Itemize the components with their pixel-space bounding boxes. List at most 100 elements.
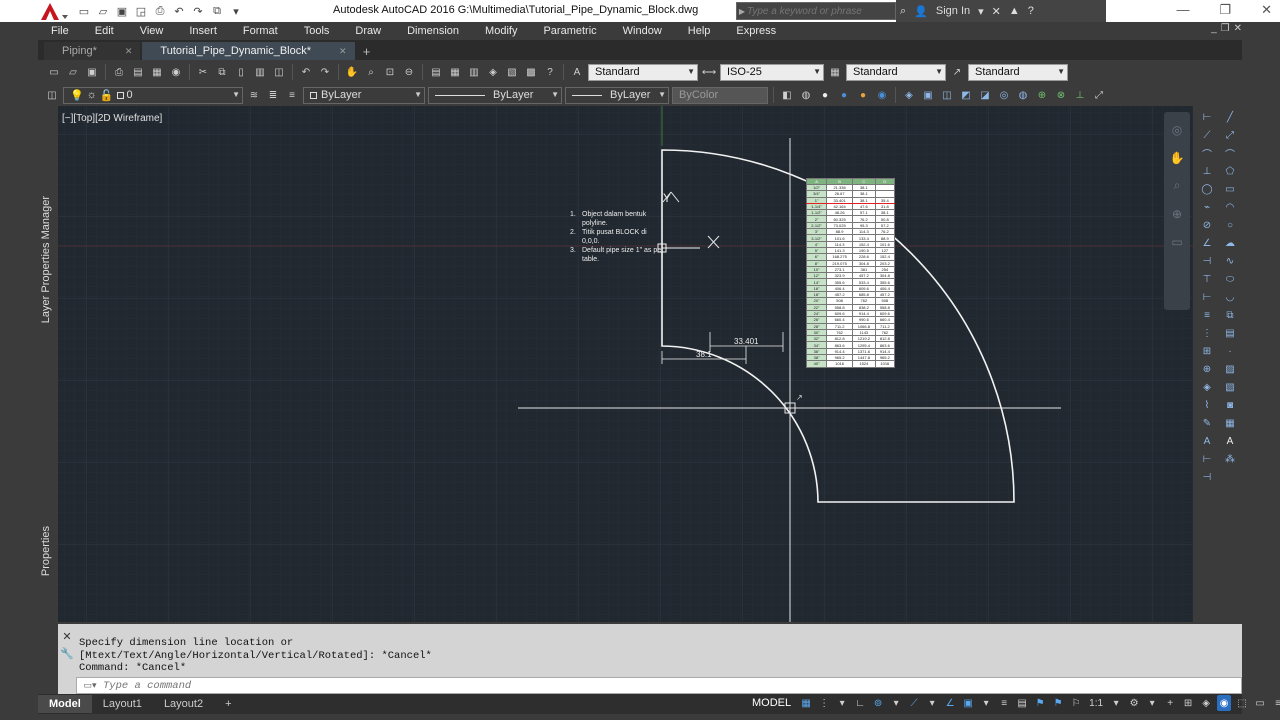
copy-icon[interactable]: ⧉: [214, 64, 230, 80]
save-icon[interactable]: ▣: [114, 3, 130, 19]
minimize-icon[interactable]: —: [1176, 2, 1189, 18]
ortho-icon[interactable]: ∟: [853, 695, 867, 711]
menu-express[interactable]: Express: [723, 25, 789, 37]
redo-icon[interactable]: ↷: [317, 64, 333, 80]
drawing-minimize-icon[interactable]: _: [1211, 23, 1217, 34]
menu-file[interactable]: File: [38, 25, 82, 37]
object-snap-icon[interactable]: ▣: [961, 695, 975, 711]
quick-dim-icon[interactable]: ⊣: [1199, 254, 1215, 269]
aligned-dimension-icon[interactable]: ⟋: [1199, 128, 1215, 143]
calculator-icon[interactable]: ▩: [523, 64, 539, 80]
menu-tools[interactable]: Tools: [291, 25, 343, 37]
customization-icon[interactable]: ≡: [1271, 695, 1280, 711]
annotation-scale-icon[interactable]: ⚐: [1069, 695, 1083, 711]
table-row[interactable]: 40" 1016 1524 1016: [805, 360, 896, 368]
command-prompt-icon[interactable]: ▭▾: [77, 680, 103, 691]
tool-palettes-icon[interactable]: ▥: [466, 64, 482, 80]
viewport-controls[interactable]: [−][Top][2D Wireframe]: [62, 113, 162, 124]
properties-icon[interactable]: ▤: [428, 64, 444, 80]
ucs-world-icon[interactable]: ⤢: [1091, 87, 1107, 103]
new-tab-button[interactable]: +: [357, 42, 377, 60]
isolate-objects-icon[interactable]: ⬚: [1235, 695, 1249, 711]
quick-properties-icon[interactable]: ◈: [1199, 695, 1213, 711]
color-select[interactable]: ByLayer ▼: [303, 86, 425, 104]
dim-style-icon[interactable]: ⟷: [701, 64, 717, 80]
tolerance-icon[interactable]: ⊞: [1199, 344, 1215, 359]
pan-icon[interactable]: ✋: [344, 64, 360, 80]
new-file-icon[interactable]: ▭: [76, 3, 92, 19]
add-selected-icon[interactable]: ⁂: [1222, 452, 1238, 467]
table-style-select[interactable]: Standard ▼: [846, 63, 946, 81]
menu-modify[interactable]: Modify: [472, 25, 530, 37]
sign-in-dropdown-icon[interactable]: ▾: [978, 5, 984, 18]
menu-edit[interactable]: Edit: [82, 25, 127, 37]
angular-icon[interactable]: ∠: [1199, 236, 1215, 251]
customize-dropdown-icon[interactable]: ▾: [228, 3, 244, 19]
layer-properties-manager-tab[interactable]: Layer Properties Manager: [40, 196, 52, 323]
search-expand-icon[interactable]: ▶: [737, 7, 747, 16]
tab-layout2[interactable]: Layout2: [153, 695, 214, 713]
zoom-realtime-icon[interactable]: ⌕: [363, 64, 379, 80]
orbit-icon[interactable]: ⊕: [1169, 206, 1185, 221]
orbit-icon[interactable]: ◍: [1015, 87, 1031, 103]
open-file-icon[interactable]: ▱: [95, 3, 111, 19]
user-icon[interactable]: 👤: [914, 5, 928, 18]
pipe-size-table[interactable]: A B C D 1/2" 21.336 38.1 3/4" 26.67 38.1 1" 33.401 3…: [805, 178, 896, 368]
snap-dropdown-icon[interactable]: ▾: [835, 695, 849, 711]
qnew-icon[interactable]: ▭: [46, 64, 62, 80]
camera-icon[interactable]: ◩: [958, 87, 974, 103]
ellipse-arc-icon[interactable]: ◡: [1222, 290, 1238, 305]
help-icon[interactable]: ?: [542, 64, 558, 80]
polar-icon[interactable]: ⊚: [871, 695, 885, 711]
mleader-style-icon[interactable]: ↗: [949, 64, 965, 80]
workspace-gear-icon[interactable]: ⚙: [1127, 695, 1141, 711]
sphere-icon[interactable]: ●: [817, 87, 833, 103]
point-icon[interactable]: ·: [1222, 344, 1238, 359]
realistic-icon[interactable]: ◍: [798, 87, 814, 103]
isodraft-dropdown-icon[interactable]: ▾: [925, 695, 939, 711]
layer-state-icon[interactable]: ≡: [284, 87, 300, 103]
material-icon[interactable]: ●: [836, 87, 852, 103]
ucs-icon[interactable]: ⊥: [1072, 87, 1088, 103]
construction-line-icon[interactable]: ⤢: [1222, 128, 1238, 143]
inspect-icon[interactable]: ◈: [1199, 380, 1215, 395]
sign-in-link[interactable]: Sign In: [936, 5, 970, 17]
make-block-icon[interactable]: ▤: [1222, 326, 1238, 341]
zoom-previous-icon[interactable]: ⊖: [401, 64, 417, 80]
dim-style-select[interactable]: ISO-25 ▼: [720, 63, 824, 81]
add-layout-button[interactable]: +: [214, 695, 242, 713]
file-tab-piping[interactable]: Piping* ✕: [44, 42, 141, 60]
pan-icon[interactable]: ✋: [1169, 150, 1185, 165]
menu-insert[interactable]: Insert: [176, 25, 230, 37]
binoculars-icon[interactable]: ⌕: [900, 5, 906, 18]
clean-screen-icon[interactable]: ▭: [1253, 695, 1267, 711]
jogged-icon[interactable]: ⌁: [1199, 200, 1215, 215]
layer-properties-icon[interactable]: ◫: [44, 87, 60, 103]
table-icon[interactable]: ▦: [1222, 416, 1238, 431]
center-mark-icon[interactable]: ⊕: [1199, 362, 1215, 377]
dim-break-icon[interactable]: ⋮: [1199, 326, 1215, 341]
cube-icon[interactable]: ◈: [901, 87, 917, 103]
match-properties-icon[interactable]: ▥: [252, 64, 268, 80]
units-icon[interactable]: ⊞: [1181, 695, 1195, 711]
file-tab-tutorial[interactable]: Tutorial_Pipe_Dynamic_Block* ✕: [142, 42, 355, 60]
showmotion-icon[interactable]: ▭: [1169, 234, 1185, 249]
diameter-icon[interactable]: ⊘: [1199, 218, 1215, 233]
polygon-icon[interactable]: ⬠: [1222, 164, 1238, 179]
object-snap-dropdown-icon[interactable]: ▾: [979, 695, 993, 711]
close-icon[interactable]: ✕: [1261, 2, 1272, 18]
continue-icon[interactable]: ⊢: [1199, 290, 1215, 305]
object-snap-tracking-icon[interactable]: ∠: [943, 695, 957, 711]
hatch-icon[interactable]: ▨: [1222, 362, 1238, 377]
fly-icon[interactable]: ◎: [996, 87, 1012, 103]
arc-length-icon[interactable]: ⌒: [1199, 146, 1215, 161]
mtext-icon[interactable]: A: [1222, 434, 1238, 449]
edit-dim-text-icon[interactable]: A: [1199, 434, 1215, 449]
tab-layout1[interactable]: Layout1: [92, 695, 153, 713]
edit-dim-icon[interactable]: ✎: [1199, 416, 1215, 431]
close-command-line-icon[interactable]: ✕: [58, 630, 76, 643]
menu-parametric[interactable]: Parametric: [530, 25, 609, 37]
save-as-icon[interactable]: ◲: [133, 3, 149, 19]
arc-icon[interactable]: ◠: [1222, 200, 1238, 215]
lineweight-select[interactable]: ByLayer ▼: [565, 86, 669, 104]
